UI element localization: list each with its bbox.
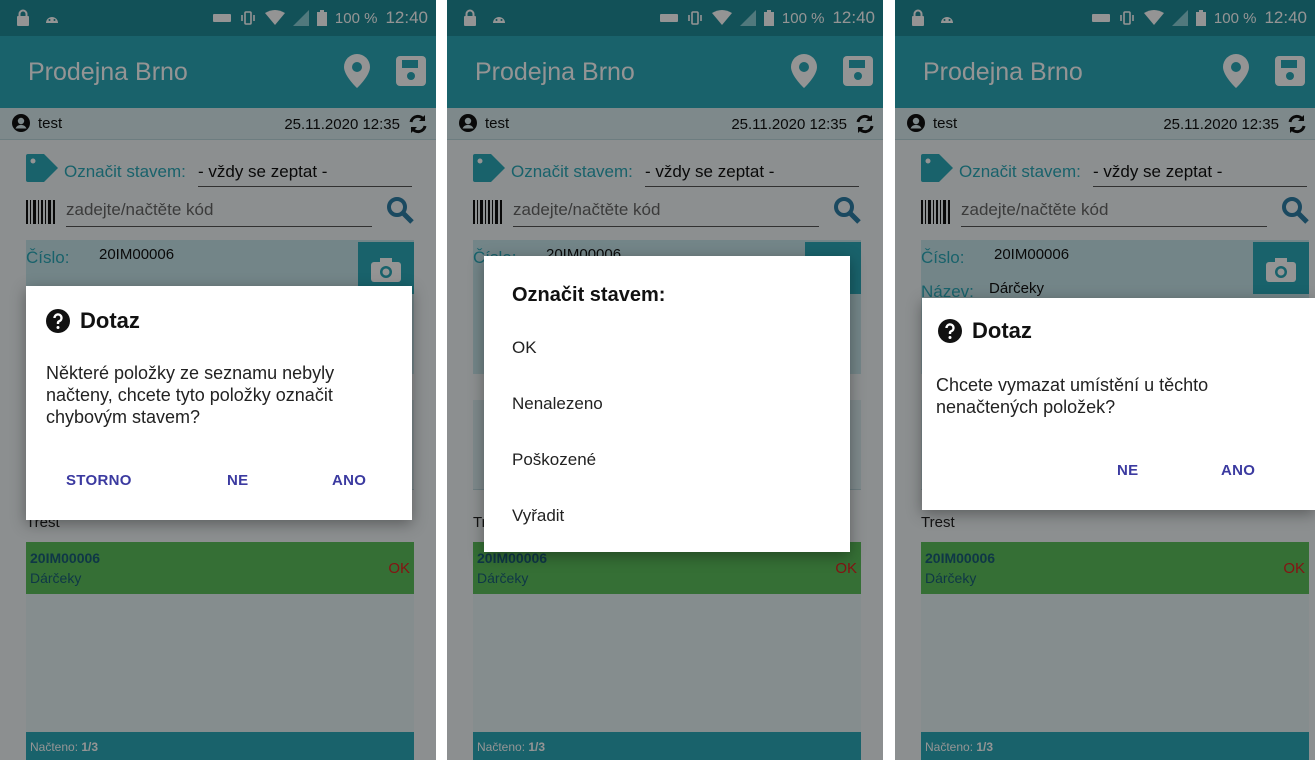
state-option-not-found[interactable]: Nenalezeno: [512, 394, 603, 414]
dialog-title: Dotaz: [972, 318, 1032, 343]
picker-title: Označit stavem:: [512, 284, 666, 306]
dialog-message: Chcete vymazat umístění u těchto nenačte…: [936, 375, 1209, 417]
yes-button[interactable]: ANO: [332, 472, 366, 489]
screen-select-state: 100 % 12:40 Prodejna Brno test 25.11.202…: [447, 0, 883, 760]
dialog-title: Dotaz: [80, 308, 140, 333]
no-button[interactable]: NE: [1117, 462, 1138, 479]
yes-button[interactable]: ANO: [1221, 462, 1255, 479]
screen-question-clear-location: 100 % 12:40 Prodejna Brno test 25.11.202…: [895, 0, 1315, 760]
no-button[interactable]: NE: [227, 472, 248, 489]
question-dialog: Dotaz Chcete vymazat umístění u těchto n…: [922, 298, 1315, 510]
state-option-damaged[interactable]: Poškozené: [512, 450, 596, 470]
question-circle-icon: [938, 319, 962, 343]
state-option-discard[interactable]: Vyřadit: [512, 506, 564, 526]
state-picker-dialog: Označit stavem: OK Nenalezeno Poškozené …: [484, 256, 850, 552]
storno-button[interactable]: STORNO: [66, 472, 132, 489]
screen-question-error-state: 100 % 12:40 Prodejna Brno test 25.11.202…: [0, 0, 436, 760]
state-option-ok[interactable]: OK: [512, 338, 537, 358]
question-dialog: Dotaz Některé položky ze seznamu nebyly …: [26, 286, 412, 520]
question-circle-icon: [46, 309, 70, 333]
dialog-message: Některé položky ze seznamu nebyly načten…: [46, 363, 335, 427]
screenshot-stage: 100 % 12:40 Prodejna Brno test 25.11.202…: [0, 0, 1315, 760]
